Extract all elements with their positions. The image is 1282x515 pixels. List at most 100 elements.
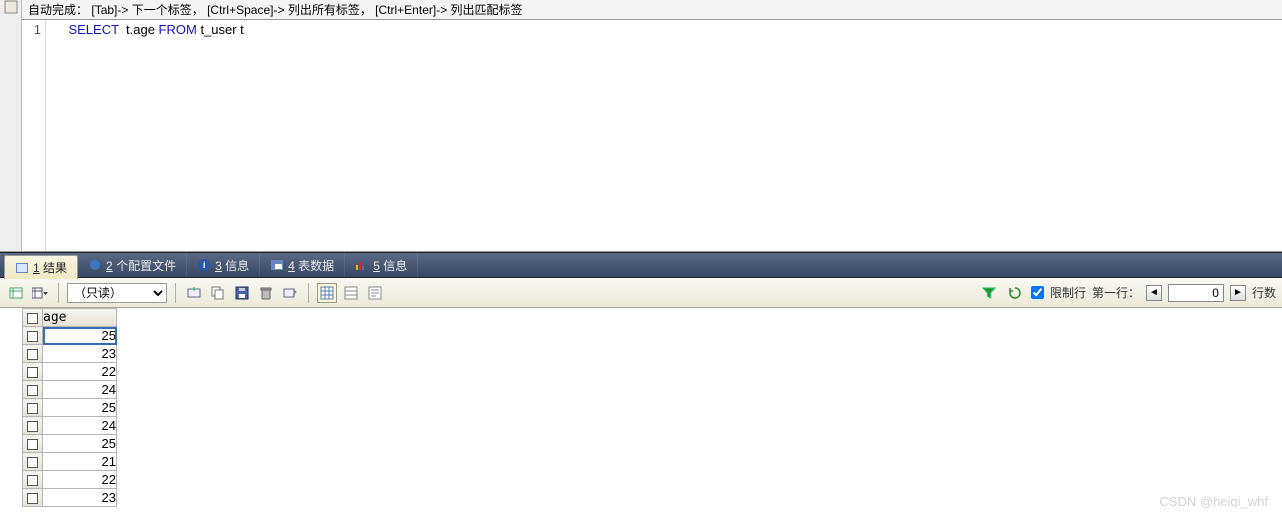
line-number: 1: [22, 22, 41, 37]
trash-icon: [259, 286, 273, 300]
cell-age[interactable]: 24: [43, 417, 117, 435]
cell-age[interactable]: 22: [43, 471, 117, 489]
result-toolbar: （只读） 限制行 第一行： ◄ ► 行数: [0, 278, 1282, 308]
tab-info-2[interactable]: 5 信息: [345, 253, 418, 277]
row-selector[interactable]: [23, 435, 43, 453]
tab-result[interactable]: 1 结果: [4, 255, 78, 279]
funnel-icon: [982, 286, 996, 300]
save-button[interactable]: [232, 283, 252, 303]
prev-page-button[interactable]: ◄: [1146, 285, 1162, 301]
hint-text-3: 列出匹配标签: [451, 1, 523, 18]
watermark: CSDN @heiqi_whf: [1159, 494, 1268, 509]
cell-age[interactable]: 23: [43, 345, 117, 363]
line-number-gutter: 1: [22, 20, 46, 251]
keyword-select: SELECT: [68, 22, 118, 37]
row-selector[interactable]: [23, 381, 43, 399]
duplicate-row-button[interactable]: [208, 283, 228, 303]
delete-row-button[interactable]: [256, 283, 276, 303]
form-mode-icon: [344, 286, 358, 300]
grid-icon: [15, 261, 29, 275]
code-editor[interactable]: 1 SELECT t.age FROM t_user t: [22, 20, 1282, 251]
grid-dropdown-icon: [32, 286, 48, 300]
insert-row-button[interactable]: [184, 283, 204, 303]
grid-mode-button[interactable]: [317, 283, 337, 303]
hint-key-ctrl-enter: [Ctrl+Enter]->: [375, 3, 447, 17]
grid-view-dropdown[interactable]: [30, 283, 50, 303]
next-page-button[interactable]: ►: [1230, 285, 1246, 301]
table-row[interactable]: 22: [23, 471, 117, 489]
result-grid-area: age 25232224252425212223 CSDN @heiqi_whf: [0, 308, 1282, 515]
toolbar-separator: [175, 283, 176, 303]
tab-info[interactable]: i 3 信息: [187, 253, 260, 277]
tab-label: 信息: [383, 259, 407, 273]
keyword-from: FROM: [159, 22, 197, 37]
cell-age[interactable]: 22: [43, 363, 117, 381]
row-selector[interactable]: [23, 453, 43, 471]
tab-label: 表数据: [298, 259, 334, 273]
cell-age[interactable]: 21: [43, 453, 117, 471]
editor-left-strip: [0, 0, 22, 251]
hint-text-1: 下一个标签，: [132, 1, 204, 18]
limit-rows-label: 限制行: [1050, 284, 1086, 301]
text-mode-button[interactable]: [365, 283, 385, 303]
toolbar-separator: [58, 283, 59, 303]
filter-button[interactable]: [979, 283, 999, 303]
hint-key-tab: [Tab]->: [91, 3, 128, 17]
table-row[interactable]: 21: [23, 453, 117, 471]
tab-num: 4: [288, 259, 295, 273]
table-row[interactable]: 22: [23, 363, 117, 381]
refresh-icon: [1008, 286, 1022, 300]
table-row[interactable]: 24: [23, 381, 117, 399]
table-row[interactable]: 25: [23, 399, 117, 417]
globe-icon: [88, 258, 102, 272]
row-selector[interactable]: [23, 345, 43, 363]
insert-row-icon: [187, 286, 201, 300]
tab-label: 个配置文件: [116, 259, 176, 273]
hint-key-ctrl-space: [Ctrl+Space]->: [207, 3, 284, 17]
cell-age[interactable]: 24: [43, 381, 117, 399]
form-mode-button[interactable]: [341, 283, 361, 303]
grid-mode-icon: [320, 286, 334, 300]
first-row-input[interactable]: [1168, 284, 1224, 302]
row-selector[interactable]: [23, 399, 43, 417]
tab-num: 5: [373, 259, 380, 273]
row-selector[interactable]: [23, 471, 43, 489]
tab-num: 2: [106, 259, 113, 273]
cell-age[interactable]: 25: [43, 399, 117, 417]
copy-icon: [211, 286, 225, 300]
export-grid-button[interactable]: [6, 283, 26, 303]
limit-rows-checkbox[interactable]: [1031, 286, 1044, 299]
result-grid[interactable]: age 25232224252425212223: [22, 308, 117, 507]
cell-age[interactable]: 25: [43, 435, 117, 453]
table-row[interactable]: 25: [23, 327, 117, 345]
first-row-label: 第一行：: [1092, 284, 1140, 301]
sql-text[interactable]: SELECT t.age FROM t_user t: [46, 20, 1282, 251]
refresh-button[interactable]: [1005, 283, 1025, 303]
table-export-icon: [9, 286, 23, 300]
hint-text-2: 列出所有标签，: [288, 1, 372, 18]
row-selector[interactable]: [23, 327, 43, 345]
info-icon: i: [197, 258, 211, 272]
sql-tail: t_user t: [197, 22, 244, 37]
table-row[interactable]: 25: [23, 435, 117, 453]
sql-editor-panel: 自动完成： [Tab]-> 下一个标签， [Ctrl+Space]-> 列出所有…: [0, 0, 1282, 252]
cell-age[interactable]: 25: [43, 327, 117, 345]
row-selector[interactable]: [23, 489, 43, 507]
edit-mode-select[interactable]: （只读）: [67, 283, 167, 303]
row-selector[interactable]: [23, 417, 43, 435]
grid-corner[interactable]: [23, 309, 43, 327]
row-selector[interactable]: [23, 363, 43, 381]
table-row[interactable]: 23: [23, 489, 117, 507]
table-row[interactable]: 23: [23, 345, 117, 363]
cell-age[interactable]: 23: [43, 489, 117, 507]
tab-tabledata[interactable]: 4 表数据: [260, 253, 345, 277]
tab-profiles[interactable]: 2 个配置文件: [78, 253, 187, 277]
table-row[interactable]: 24: [23, 417, 117, 435]
cancel-button[interactable]: [280, 283, 300, 303]
sql-expr: t.age: [119, 22, 159, 37]
column-header-age[interactable]: age: [43, 309, 117, 327]
save-icon: [235, 286, 249, 300]
tab-num: 1: [33, 261, 40, 275]
undo-icon: [283, 286, 297, 300]
tab-num: 3: [215, 259, 222, 273]
